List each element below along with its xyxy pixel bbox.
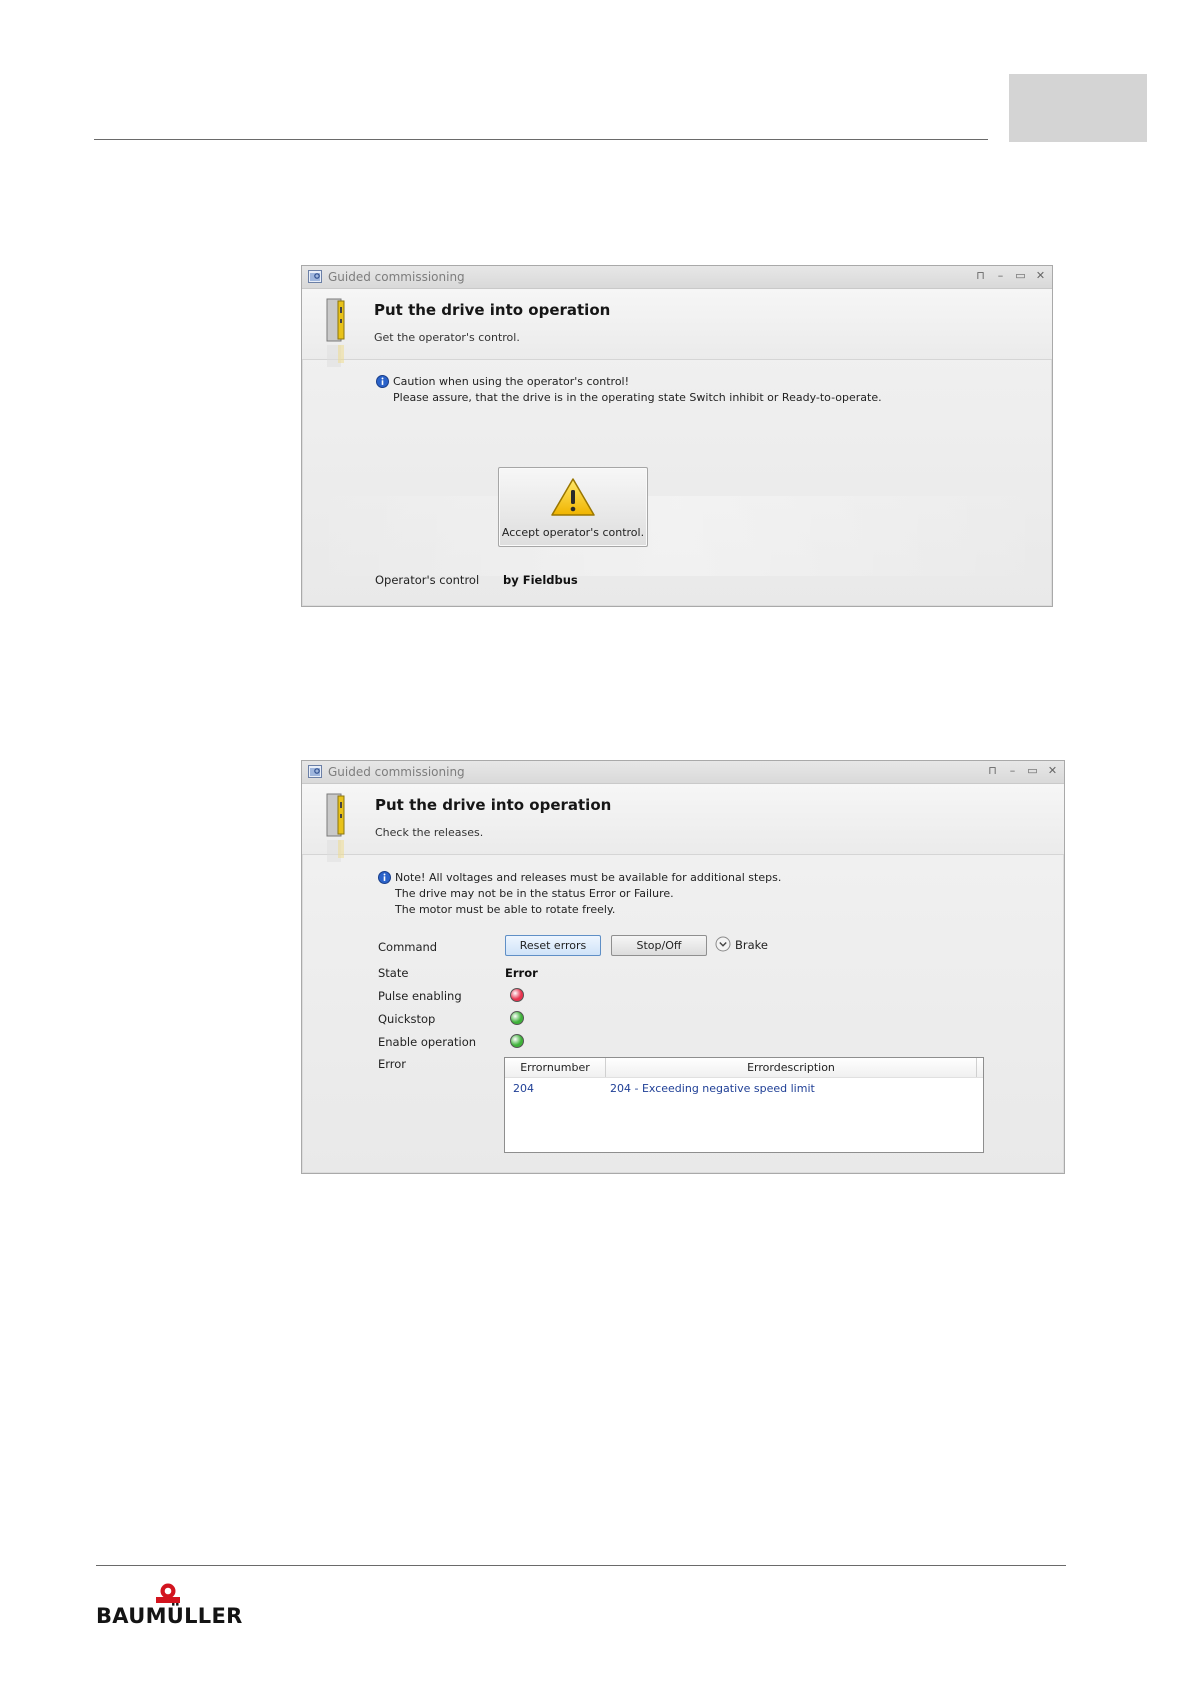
column-header-errornumber[interactable]: Errornumber: [505, 1058, 606, 1077]
note-voltages: Note! All voltages and releases must be …: [395, 871, 782, 884]
enable-operation-label: Enable operation: [378, 1035, 477, 1049]
background-shade: [302, 496, 1052, 576]
step-header: Put the drive into operation Check the r…: [302, 784, 1064, 862]
close-icon[interactable]: ✕: [1035, 269, 1046, 283]
chapter-tab: [1009, 74, 1147, 142]
error-table[interactable]: Errornumber Errordescription 204 204 - E…: [504, 1057, 984, 1153]
quickstop-status-led: [510, 1011, 524, 1025]
chevron-down-icon[interactable]: [715, 936, 731, 952]
error-description-cell: 204 - Exceeding negative speed limit: [610, 1082, 815, 1095]
guided-commissioning-window-1: Guided commissioning ⊓ – ▭ ✕ Put the dri…: [301, 265, 1053, 607]
error-number-cell: 204: [513, 1082, 534, 1095]
logo-mark-icon: [156, 1583, 180, 1603]
window-title: Guided commissioning: [328, 270, 465, 284]
guided-commissioning-window-2: Guided commissioning ⊓ – ▭ ✕ Put the dri…: [301, 760, 1065, 1174]
info-icon: [378, 871, 391, 884]
step-title: Put the drive into operation: [375, 796, 612, 814]
pin-icon[interactable]: ⊓: [987, 764, 998, 778]
window-titlebar: Guided commissioning ⊓ – ▭ ✕: [302, 266, 1052, 289]
close-icon[interactable]: ✕: [1047, 764, 1058, 778]
step-subtitle: Get the operator's control.: [374, 331, 520, 344]
caution-note-detail: Please assure, that the drive is in the …: [393, 391, 882, 404]
pulse-enabling-label: Pulse enabling: [378, 989, 462, 1003]
maximize-icon[interactable]: ▭: [1015, 269, 1026, 283]
window-controls: ⊓ – ▭ ✕: [975, 269, 1046, 283]
command-label: Command: [378, 940, 438, 954]
window-app-icon: [308, 270, 322, 283]
pin-icon[interactable]: ⊓: [975, 269, 986, 283]
error-label: Error: [378, 1057, 407, 1071]
window-title: Guided commissioning: [328, 765, 465, 779]
operator-control-label: Operator's control: [375, 573, 480, 587]
operator-control-value: by Fieldbus: [503, 573, 578, 587]
reset-errors-button[interactable]: Reset errors: [505, 935, 601, 956]
drive-device-icon: [326, 793, 345, 862]
stop-off-button[interactable]: Stop/Off: [611, 935, 707, 956]
logo-text: BAUMÜLLER: [96, 1604, 243, 1628]
enable-operation-status-led: [510, 1034, 524, 1048]
caution-note: Caution when using the operator's contro…: [393, 375, 630, 388]
maximize-icon[interactable]: ▭: [1027, 764, 1038, 778]
window-titlebar: Guided commissioning ⊓ – ▭ ✕: [302, 761, 1064, 784]
state-label: State: [378, 966, 409, 980]
baumuller-logo: BAUMÜLLER: [96, 1582, 246, 1630]
drive-device-icon: [326, 298, 345, 367]
minimize-icon[interactable]: –: [995, 269, 1006, 283]
error-table-header: Errornumber Errordescription: [505, 1058, 983, 1078]
step-title: Put the drive into operation: [374, 301, 611, 319]
window-controls: ⊓ – ▭ ✕: [987, 764, 1058, 778]
state-value: Error: [505, 966, 538, 980]
step-subtitle: Check the releases.: [375, 826, 484, 839]
note-status: The drive may not be in the status Error…: [395, 887, 674, 900]
step-header: Put the drive into operation Get the ope…: [302, 289, 1052, 367]
quickstop-label: Quickstop: [378, 1012, 436, 1026]
minimize-icon[interactable]: –: [1007, 764, 1018, 778]
brake-label[interactable]: Brake: [735, 938, 768, 952]
window-app-icon: [308, 765, 322, 778]
header-rule: [94, 139, 988, 140]
note-motor: The motor must be able to rotate freely.: [395, 903, 616, 916]
accept-operator-control-button[interactable]: Accept operator's control.: [498, 467, 648, 547]
warning-icon: [551, 478, 595, 516]
column-header-errordescription[interactable]: Errordescription: [606, 1058, 977, 1077]
accept-button-label: Accept operator's control.: [501, 526, 645, 539]
info-icon: [376, 375, 389, 388]
footer-rule: [96, 1565, 1066, 1566]
pulse-enabling-status-led: [510, 988, 524, 1002]
